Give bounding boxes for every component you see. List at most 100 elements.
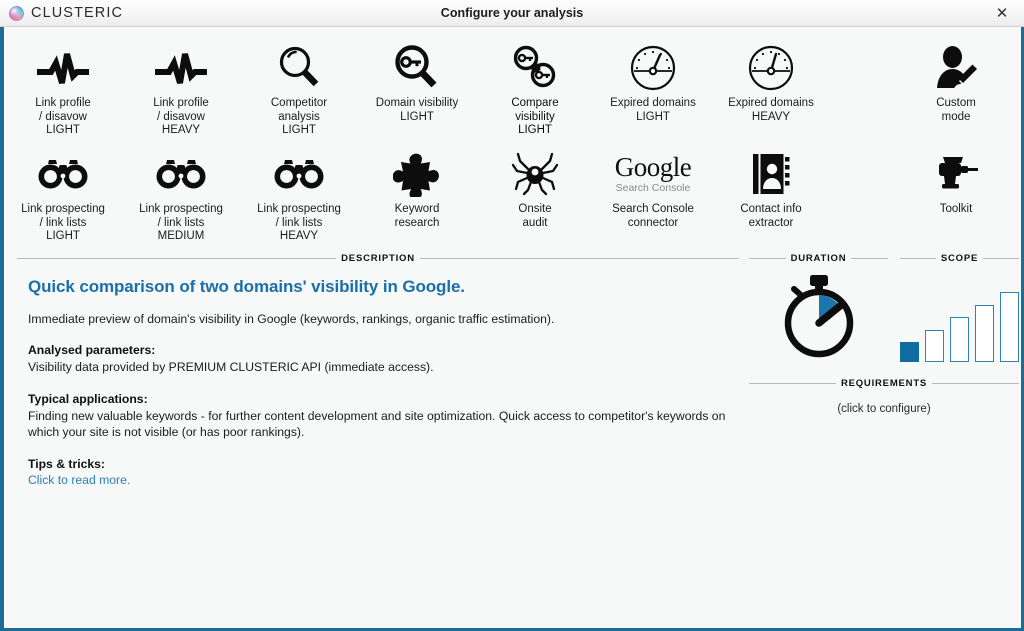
tips-tricks-label: Tips & tricks:: [28, 456, 105, 471]
requirements-legend-label: REQUIREMENTS: [840, 378, 928, 389]
stopwatch-icon: [784, 275, 853, 358]
search-console-wordmark: Search Console: [615, 182, 691, 195]
magnifier-icon: [275, 43, 323, 93]
description-panel: DESCRIPTION Quick comparison of two doma…: [17, 253, 740, 489]
mode-tile-custom-mode[interactable]: Custom mode: [896, 33, 1016, 139]
scope-bar-2: [925, 330, 944, 362]
compare-magnifier-keys-icon: [509, 43, 561, 93]
requirements-legend: REQUIREMENTS: [749, 378, 1020, 389]
requirements-note[interactable]: (click to configure): [749, 403, 1019, 415]
legend-rule-right: [851, 258, 888, 259]
scope-bar-5: [1000, 292, 1019, 362]
gauge-icon: [628, 43, 678, 93]
mode-tile-label: Expired domains LIGHT: [610, 97, 696, 123]
google-wordmark: Google: [614, 152, 692, 183]
mode-tile-label: Link profile / disavow LIGHT: [35, 97, 91, 137]
mode-tile-expired-domains-light[interactable]: Expired domains LIGHT: [594, 33, 712, 139]
mode-tile-label: Search Console connector: [612, 203, 694, 229]
typical-applications-label: Typical applications:: [28, 391, 148, 406]
legend-rule-right: [932, 383, 1020, 384]
mode-tile-expired-domains-heavy[interactable]: Expired domains HEAVY: [712, 33, 830, 139]
duration-legend: DURATION: [749, 253, 888, 264]
mode-tile-label: Link profile / disavow HEAVY: [153, 97, 209, 137]
user-pencil-icon: [932, 43, 980, 93]
mode-tile-contact-info-extractor[interactable]: Contact info extractor: [712, 139, 830, 245]
puzzle-piece-icon: [393, 149, 441, 199]
gauge-icon: [746, 43, 796, 93]
mode-tile-link-prospecting-medium[interactable]: Link prospecting / link lists MEDIUM: [122, 139, 240, 245]
mode-row-1: Link profile / disavow LIGHT Link profil…: [4, 33, 1021, 139]
legend-rule-right: [983, 258, 1020, 259]
mode-tile-link-prospecting-light[interactable]: Link prospecting / link lists LIGHT: [4, 139, 122, 245]
mode-tile-label: Toolkit: [939, 203, 973, 215]
analysed-parameters-label: Analysed parameters:: [28, 343, 156, 357]
mode-tile-onsite-audit[interactable]: Onsite audit: [476, 139, 594, 245]
legend-rule-left: [900, 258, 936, 259]
title-bar: CLUSTERIC Configure your analysis ✕: [0, 0, 1024, 27]
binoculars-icon: [155, 149, 207, 199]
legend-rule-left: [749, 258, 786, 259]
pulse-icon: [153, 43, 209, 93]
scope-indicator: [900, 270, 1019, 368]
window-title: Configure your analysis: [440, 6, 584, 20]
description-legend: DESCRIPTION: [17, 253, 740, 264]
mode-tile-label: Onsite audit: [518, 203, 552, 229]
mode-tile-label: Competitor analysis LIGHT: [270, 97, 328, 137]
pulse-icon: [35, 43, 91, 93]
requirements-panel[interactable]: REQUIREMENTS (click to configure): [749, 378, 1020, 415]
scope-legend-label: SCOPE: [940, 253, 979, 264]
app-brand: CLUSTERIC: [0, 5, 123, 21]
duration-indicator: [749, 270, 888, 362]
meta-panel: DURATION SCOPE REQUIREMENTS (click to co…: [739, 253, 1020, 489]
drill-icon: [930, 149, 982, 199]
mode-tile-competitor-analysis-light[interactable]: Competitor analysis LIGHT: [240, 33, 358, 139]
mode-tile-link-profile-disavow-heavy[interactable]: Link profile / disavow HEAVY: [122, 33, 240, 139]
duration-panel: DURATION: [749, 253, 888, 368]
brand-label: CLUSTERIC: [31, 5, 124, 21]
scope-legend: SCOPE: [900, 253, 1020, 264]
binoculars-icon: [273, 149, 325, 199]
legend-rule-left: [749, 383, 836, 384]
mode-tile-label: Expired domains HEAVY: [728, 97, 814, 123]
legend-rule-right: [419, 258, 740, 259]
configure-analysis-window: CLUSTERIC Configure your analysis ✕ Link…: [0, 0, 1024, 631]
close-icon[interactable]: ✕: [980, 0, 1024, 26]
mode-tile-label: Custom mode: [936, 97, 976, 123]
duration-legend-label: DURATION: [790, 253, 847, 264]
analysis-mode-grid: Link profile / disavow LIGHT Link profil…: [4, 27, 1021, 245]
mode-tile-search-console-connector[interactable]: Google Search Console Search Console con…: [594, 139, 712, 245]
mode-tile-label: Link prospecting / link lists LIGHT: [21, 203, 105, 243]
spider-icon: [511, 149, 559, 199]
bar-levels-icon: [900, 292, 1019, 362]
description-headline: Quick comparison of two domains' visibil…: [28, 277, 465, 296]
mode-tile-label: Link prospecting / link lists MEDIUM: [139, 203, 223, 243]
mode-tile-keyword-research[interactable]: Keyword research: [358, 139, 476, 245]
scope-bar-1: [900, 342, 919, 362]
mode-row-2: Link prospecting / link lists LIGHT Link…: [4, 139, 1021, 245]
mode-tile-toolkit[interactable]: Toolkit: [896, 139, 1016, 245]
typical-applications-text: Finding new valuable keywords - for furt…: [28, 408, 726, 440]
mode-tile-link-prospecting-heavy[interactable]: Link prospecting / link lists HEAVY: [240, 139, 358, 245]
mode-tile-link-profile-disavow-light[interactable]: Link profile / disavow LIGHT: [4, 33, 122, 139]
magnifier-key-icon: [391, 43, 443, 93]
mode-tile-label: Contact info extractor: [740, 203, 802, 229]
info-panels: DESCRIPTION Quick comparison of two doma…: [4, 253, 1021, 489]
binoculars-icon: [37, 149, 89, 199]
mode-tile-label: Domain visibility LIGHT: [375, 97, 459, 123]
mode-tile-label: Keyword research: [394, 203, 440, 229]
tips-read-more-link[interactable]: Click to read more.: [28, 473, 130, 487]
legend-rule-left: [17, 258, 337, 259]
duration-scope-row: DURATION SCOPE: [749, 253, 1020, 368]
mode-tile-domain-visibility-light[interactable]: Domain visibility LIGHT: [358, 33, 476, 139]
scope-bar-3: [950, 317, 969, 362]
description-intro: Immediate preview of domain's visibility…: [28, 312, 555, 326]
clusteric-logo-icon: [9, 5, 24, 21]
mode-tile-compare-visibility-light[interactable]: Compare visibility LIGHT: [476, 33, 594, 139]
address-book-icon: [749, 149, 793, 199]
analysed-parameters-text: Visibility data provided by PREMIUM CLUS…: [28, 360, 434, 374]
scope-bar-4: [975, 305, 994, 362]
scope-panel: SCOPE: [888, 253, 1020, 368]
google-search-console-icon: Google Search Console: [614, 149, 692, 199]
mode-tile-label: Compare visibility LIGHT: [511, 97, 559, 137]
description-legend-label: DESCRIPTION: [341, 253, 415, 264]
